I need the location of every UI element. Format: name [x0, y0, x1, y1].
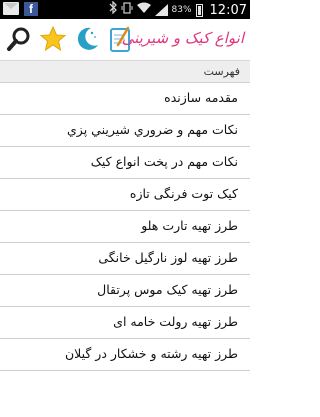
list-item-label: مقدمه سازنده [164, 90, 238, 105]
list-item[interactable]: طرز تهیه کیک موس پرتقال [0, 275, 250, 307]
facebook-icon: f [24, 2, 38, 16]
section-header: فهرست [0, 61, 250, 83]
list-item[interactable]: کیک توت فرنگی تازه [0, 179, 250, 211]
bluetooth-icon [109, 0, 117, 19]
section-title: فهرست [203, 65, 240, 78]
status-bar: f 83% 12:07 [0, 0, 250, 19]
signal-icon [154, 4, 168, 16]
list-item[interactable]: طرز تهيه تارت هلو [0, 211, 250, 243]
moon-icon [77, 27, 98, 50]
app-title: انواع کیک و شیرینی [121, 29, 244, 47]
list-item[interactable]: نکات مهم در پخت انواع کيک [0, 147, 250, 179]
favorites-button[interactable] [38, 23, 68, 55]
list-item-label: طرز تهيه تارت هلو [141, 218, 238, 233]
list-item[interactable]: طرز تهیه لوز نارگیل خانگی [0, 243, 250, 275]
star-icon [39, 25, 67, 52]
vibrate-icon [121, 1, 133, 19]
list-item[interactable]: نکات مهم و ضروري شيريني پزي [0, 115, 250, 147]
battery-percent: 83% [171, 5, 192, 15]
battery-icon [195, 3, 203, 17]
clock: 12:07 [209, 2, 247, 18]
night-mode-button[interactable] [72, 23, 102, 55]
list-item[interactable]: طرز تهيه رشته و خشکار در گیلان [0, 339, 250, 371]
search-icon [7, 27, 30, 51]
system-icons: 83% 12:07 [109, 0, 247, 19]
wifi-icon [136, 2, 151, 19]
list-item-label: طرز تهیه لوز نارگیل خانگی [98, 250, 238, 265]
search-button[interactable] [4, 23, 34, 55]
list-item-label: نکات مهم در پخت انواع کيک [90, 154, 238, 169]
recipe-list: مقدمه سازنده نکات مهم و ضروري شيريني پزي… [0, 83, 250, 371]
list-item[interactable]: طرز تهيه رولت خامه ای [0, 307, 250, 339]
list-item-label: طرز تهيه رولت خامه ای [113, 314, 238, 329]
toolbar [4, 23, 136, 55]
list-item-label: طرز تهیه کیک موس پرتقال [97, 282, 238, 297]
list-item-label: طرز تهيه رشته و خشکار در گیلان [64, 346, 238, 361]
list-item-label: کیک توت فرنگی تازه [129, 186, 238, 201]
list-item[interactable]: مقدمه سازنده [0, 83, 250, 115]
app-header: انواع کیک و شیرینی [0, 19, 250, 61]
notification-icons: f [3, 2, 38, 16]
mail-icon [3, 2, 19, 15]
list-item-label: نکات مهم و ضروري شيريني پزي [67, 122, 238, 137]
